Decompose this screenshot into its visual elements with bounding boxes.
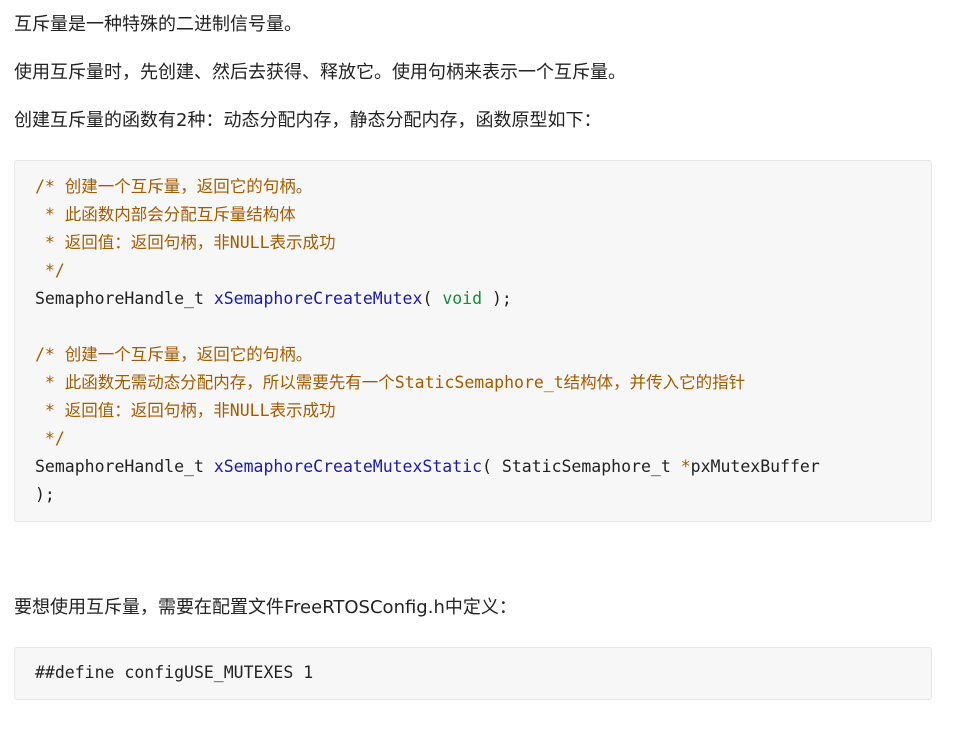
code-keyword-void: void (442, 289, 483, 308)
code-function-name: xSemaphoreCreateMutexStatic (213, 457, 483, 476)
code-comment-line: * 返回值：返回句柄，非NULL表示成功 (35, 401, 336, 420)
code-comment-line: /* 创建一个互斥量，返回它的句柄。 (35, 177, 313, 196)
code-paren-close: ); (482, 289, 512, 308)
code-comment-line: */ (35, 261, 65, 280)
code-define-line: ##define configUSE_MUTEXES 1 (35, 663, 314, 682)
code-prototype-static: SemaphoreHandle_t xSemaphoreCreateMutexS… (35, 453, 911, 481)
code-comment-line: * 返回值：返回句柄，非NULL表示成功 (35, 233, 336, 252)
code-prototype-dynamic: SemaphoreHandle_t xSemaphoreCreateMutex(… (35, 285, 911, 313)
code-param-type: ( StaticSemaphore_t (482, 457, 681, 476)
code-type: SemaphoreHandle_t (35, 289, 214, 308)
code-paren-open: ( (422, 289, 443, 308)
paragraph-mutex-usage: 使用互斥量时，先创建、然后去获得、释放它。使用句柄来表示一个互斥量。 (14, 62, 626, 83)
code-comment-line: /* 创建一个互斥量，返回它的句柄。 (35, 345, 313, 364)
code-comment-line: * 此函数内部会分配互斥量结构体 (35, 205, 296, 224)
code-block-config[interactable]: ##define configUSE_MUTEXES 1 (14, 647, 932, 700)
paragraph-mutex-intro: 互斥量是一种特殊的二进制信号量。 (14, 14, 302, 35)
code-type: SemaphoreHandle_t (35, 457, 214, 476)
code-prototype-static-close: ); (35, 485, 55, 504)
code-function-name: xSemaphoreCreateMutex (213, 289, 423, 308)
code-comment-line: * 此函数无需动态分配内存，所以需要先有一个StaticSemaphore_t结… (35, 373, 746, 392)
paragraph-config-define: 要想使用互斥量，需要在配置文件FreeRTOSConfig.h中定义： (14, 597, 517, 618)
code-block-create-mutex[interactable]: /* 创建一个互斥量，返回它的句柄。 * 此函数内部会分配互斥量结构体 * 返回… (14, 160, 932, 522)
paragraph-create-functions: 创建互斥量的函数有2种：动态分配内存，静态分配内存，函数原型如下： (14, 110, 602, 131)
code-param-name: pxMutexBuffer (690, 457, 820, 476)
code-comment-line: */ (35, 429, 65, 448)
code-pointer-star: * (680, 457, 691, 476)
